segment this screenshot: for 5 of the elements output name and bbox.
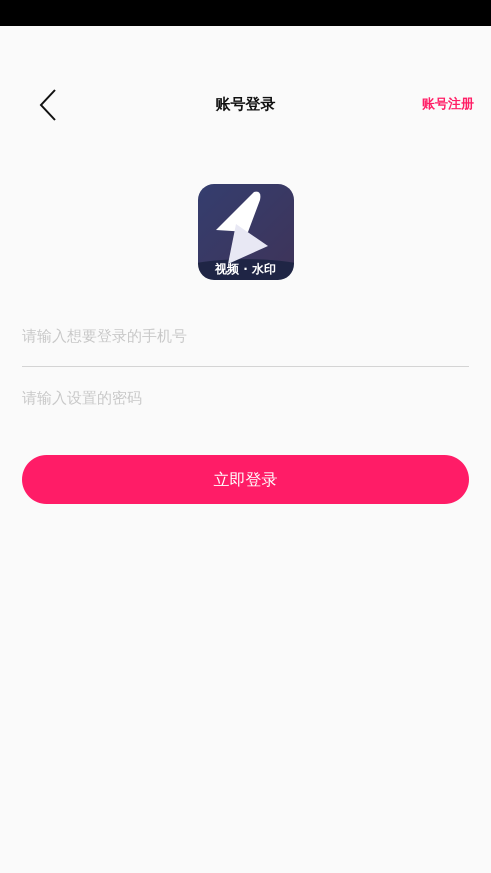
login-button[interactable]: 立即登录 <box>22 455 469 504</box>
page-title: 账号登录 <box>216 95 276 113</box>
back-icon[interactable] <box>38 89 58 121</box>
register-link[interactable]: 账号注册 <box>422 95 474 114</box>
logo-caption: 视频 · 水印 <box>214 261 277 278</box>
